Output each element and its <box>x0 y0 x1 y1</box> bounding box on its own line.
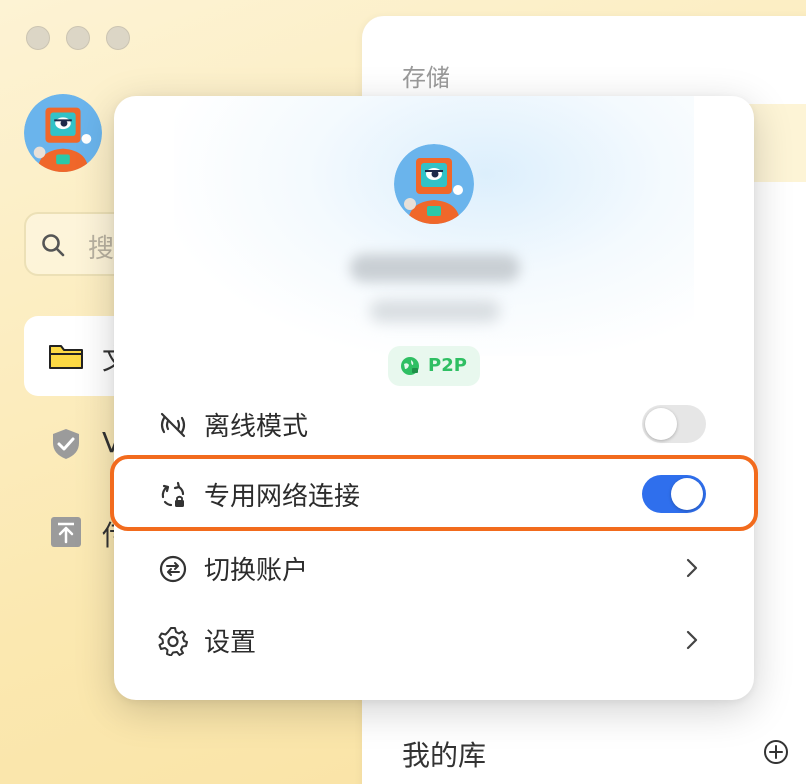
p2p-badge: P2P <box>388 346 480 386</box>
offline-signal-icon <box>160 412 186 438</box>
p2p-label: P2P <box>428 355 467 376</box>
menu-item-settings[interactable]: 设置 <box>114 608 754 672</box>
private-network-icon <box>161 481 185 507</box>
avatar[interactable] <box>24 94 102 172</box>
blurred-account-id <box>370 300 500 322</box>
search-placeholder: 搜 <box>88 234 115 264</box>
private-network-toggle[interactable] <box>642 475 706 513</box>
menu-item-label: 专用网络连接 <box>204 482 361 512</box>
folder-icon <box>49 345 83 369</box>
upload-icon <box>51 517 81 547</box>
switch-account-icon <box>159 555 187 583</box>
menu-item-label: 切换账户 <box>204 556 309 586</box>
shield-icon <box>53 429 79 459</box>
chevron-right-icon <box>686 558 698 578</box>
plus-circle-icon[interactable] <box>762 738 790 766</box>
globe-lock-icon <box>401 357 419 375</box>
avatar <box>394 144 474 224</box>
offline-mode-toggle[interactable] <box>642 405 706 443</box>
gear-icon <box>158 627 188 656</box>
menu-item-offline-mode[interactable]: 离线模式 <box>114 392 754 456</box>
section-title: 存储 <box>402 64 450 92</box>
blurred-username <box>350 254 520 282</box>
menu-item-label: 设置 <box>204 628 257 658</box>
library-title: 我的库 <box>402 739 487 772</box>
menu-item-label: 离线模式 <box>204 412 309 442</box>
chevron-right-icon <box>686 630 698 650</box>
search-icon <box>42 234 65 257</box>
menu-item-switch-account[interactable]: 切换账户 <box>114 536 754 600</box>
account-popup: P2P 离线模式 专用网络连接 切换账户 设置 <box>114 96 754 700</box>
menu-item-private-network[interactable]: 专用网络连接 <box>114 462 754 526</box>
